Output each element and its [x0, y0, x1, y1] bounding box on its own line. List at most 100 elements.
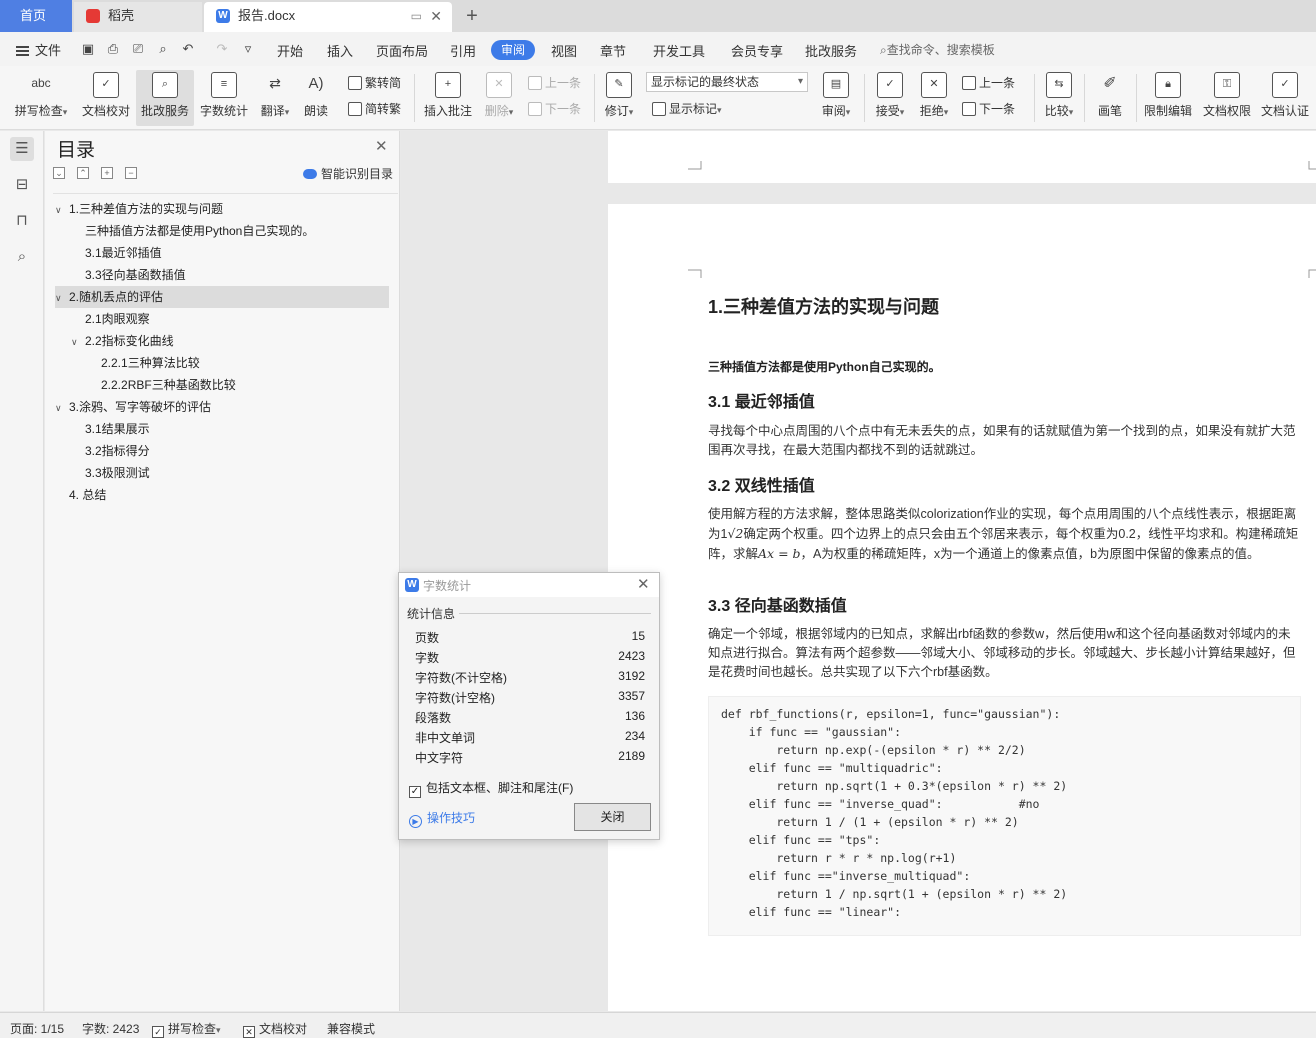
- close-icon[interactable]: ✕: [637, 575, 650, 593]
- ribbon-separator: [1136, 74, 1137, 122]
- heading-2-bilinear: 3.2 双线性插值: [708, 478, 815, 495]
- toc-item[interactable]: 3.3极限测试: [85, 462, 150, 484]
- print-preview-icon[interactable]: ⌕: [155, 41, 171, 57]
- tab-document[interactable]: W 报告.docx ▭ ✕: [204, 2, 452, 32]
- tips-link[interactable]: ▶ 操作技巧: [409, 809, 475, 828]
- export-pdf-icon[interactable]: ⎙: [105, 41, 121, 57]
- doc-permission-button[interactable]: ⚿ 文档权限: [1200, 70, 1254, 126]
- next-comment-button[interactable]: 下一条: [528, 100, 581, 117]
- doc-certify-button[interactable]: ✓ 文档认证: [1258, 70, 1312, 126]
- bookmark-icon[interactable]: ⊓: [10, 209, 34, 233]
- save-icon[interactable]: ▣: [80, 41, 96, 57]
- toc-item[interactable]: ∨ 3.涂鸦、写字等破坏的评估: [55, 396, 211, 418]
- markup-state-select[interactable]: 显示标记的最终状态: [646, 72, 808, 92]
- menu-member[interactable]: 会员专享: [731, 41, 783, 60]
- smart-toc-button[interactable]: 智能识别目录: [303, 165, 393, 182]
- undo-icon[interactable]: ↶: [180, 41, 196, 57]
- command-search[interactable]: ⌕查找命令、搜索模板: [880, 41, 995, 58]
- doc-proof-button[interactable]: ✓ 文档校对: [78, 70, 134, 126]
- compare-button[interactable]: ⇆ 比较▾: [1040, 70, 1078, 126]
- toc-panel-icon[interactable]: ☰: [10, 137, 34, 161]
- toc-item[interactable]: 2.2.2RBF三种基函数比较: [101, 374, 236, 396]
- toc-item[interactable]: 3.1结果展示: [85, 418, 150, 440]
- reject-button[interactable]: ✕ 拒绝▾: [914, 70, 954, 126]
- review-pane-button[interactable]: ▤ 审阅▾: [816, 70, 856, 126]
- menu-chapter[interactable]: 章节: [600, 41, 626, 60]
- revise-button[interactable]: ✎ 修订▾: [600, 70, 638, 126]
- toc-item[interactable]: 3.2指标得分: [85, 440, 150, 462]
- robot-icon: [303, 169, 317, 179]
- chevron-down-icon[interactable]: ∨: [55, 397, 69, 419]
- stat-value: 234: [624, 729, 645, 743]
- add-heading-icon[interactable]: +: [101, 167, 113, 179]
- prev-comment-button[interactable]: 上一条: [528, 74, 581, 91]
- word-count-button[interactable]: ≡ 字数统计: [196, 70, 252, 126]
- read-aloud-button[interactable]: A) 朗读: [298, 70, 334, 126]
- checkbox-checked-icon[interactable]: ✓: [409, 786, 421, 798]
- trad-to-simp-button[interactable]: 繁转简: [348, 74, 401, 91]
- toc-item[interactable]: 2.1肉眼观察: [85, 308, 150, 330]
- toc-item-label: 4. 总结: [69, 488, 107, 502]
- menu-correction[interactable]: 批改服务: [805, 41, 857, 60]
- simp-to-trad-button[interactable]: 简转繁: [348, 100, 401, 117]
- menu-insert[interactable]: 插入: [327, 41, 353, 60]
- customize-icon[interactable]: ▿: [240, 41, 256, 57]
- new-tab-icon[interactable]: +: [462, 2, 482, 30]
- prev-change-button[interactable]: 上一条: [962, 74, 1015, 91]
- ribbon-separator: [1034, 74, 1035, 122]
- chevron-down-icon[interactable]: ∨: [55, 287, 69, 309]
- remove-heading-icon[interactable]: −: [125, 167, 137, 179]
- menu-page-layout[interactable]: 页面布局: [376, 41, 428, 60]
- pen-button[interactable]: ✐ 画笔: [1092, 70, 1128, 126]
- menu-start[interactable]: 开始: [277, 41, 303, 60]
- print-icon[interactable]: ⎚: [130, 41, 146, 57]
- dialog-titlebar[interactable]: W 字数统计 ✕: [399, 573, 659, 597]
- toc-item-selected[interactable]: ∨ 2.随机丢点的评估: [55, 286, 389, 308]
- close-tab-icon[interactable]: ✕: [430, 2, 442, 30]
- pin-icon[interactable]: ▭: [411, 2, 422, 30]
- chapter-nav-icon[interactable]: ⊟: [10, 173, 34, 197]
- translate-button[interactable]: ⇄ 翻译▾: [256, 70, 294, 126]
- search-icon[interactable]: ⌕: [10, 245, 34, 269]
- toc-item[interactable]: ∨ 1.三种差值方法的实现与问题: [55, 198, 223, 220]
- correction-icon: ⌕: [152, 72, 178, 98]
- spell-check-button[interactable]: abc 拼写检查▾: [8, 70, 74, 126]
- left-icon-strip: ☰ ⊟ ⊓ ⌕: [0, 131, 44, 1011]
- toc-item[interactable]: ∨ 2.2指标变化曲线: [71, 330, 174, 352]
- menu-developer[interactable]: 开发工具: [653, 41, 705, 60]
- menu-review[interactable]: 审阅: [491, 40, 535, 60]
- document-page[interactable]: [608, 131, 1316, 183]
- doc-proof-status[interactable]: ✕ 文档校对: [243, 1020, 307, 1038]
- file-menu[interactable]: 文件: [16, 40, 61, 59]
- redo-icon[interactable]: ↷: [214, 41, 230, 57]
- toc-item[interactable]: 4. 总结: [69, 484, 106, 506]
- restrict-edit-button[interactable]: 🔒︎ 限制编辑: [1140, 70, 1196, 126]
- delete-comment-button[interactable]: ✕ 删除▾: [480, 70, 518, 126]
- menu-view[interactable]: 视图: [551, 41, 577, 60]
- chevron-down-icon[interactable]: ∨: [71, 331, 85, 353]
- toc-item[interactable]: 2.2.1三种算法比较: [101, 352, 200, 374]
- word-count-indicator[interactable]: 字数: 2423: [82, 1020, 139, 1037]
- chevron-down-icon[interactable]: ∨: [55, 199, 69, 221]
- expand-all-icon[interactable]: ⌃: [77, 167, 89, 179]
- stat-label: 非中文单词: [415, 731, 476, 745]
- close-button[interactable]: 关闭: [574, 803, 651, 831]
- toc-item[interactable]: 3.1最近邻插值: [85, 242, 162, 264]
- insert-comment-icon: +: [435, 72, 461, 98]
- close-icon[interactable]: ✕: [375, 137, 388, 155]
- tab-home[interactable]: 首页: [0, 0, 72, 32]
- page-indicator[interactable]: 页面: 1/15: [10, 1020, 64, 1037]
- accept-button[interactable]: ✓ 接受▾: [870, 70, 910, 126]
- collapse-all-icon[interactable]: ⌄: [53, 167, 65, 179]
- show-markup-button[interactable]: 显示标记▾: [652, 100, 722, 117]
- tab-daoke[interactable]: 稻壳: [74, 2, 202, 32]
- toc-item[interactable]: 3.3径向基函数插值: [85, 264, 186, 286]
- include-textbox-checkbox[interactable]: ✓ 包括文本框、脚注和尾注(F): [409, 779, 573, 798]
- menu-references[interactable]: 引用: [450, 41, 476, 60]
- spell-check-label: 拼写检查: [14, 104, 63, 118]
- insert-comment-button[interactable]: + 插入批注: [420, 70, 476, 126]
- correction-service-button[interactable]: ⌕ 批改服务: [136, 70, 194, 126]
- next-change-button[interactable]: 下一条: [962, 100, 1015, 117]
- spell-check-status[interactable]: ✓ 拼写检查▾: [152, 1020, 221, 1038]
- toc-item[interactable]: 三种插值方法都是使用Python自己实现的。: [85, 220, 314, 242]
